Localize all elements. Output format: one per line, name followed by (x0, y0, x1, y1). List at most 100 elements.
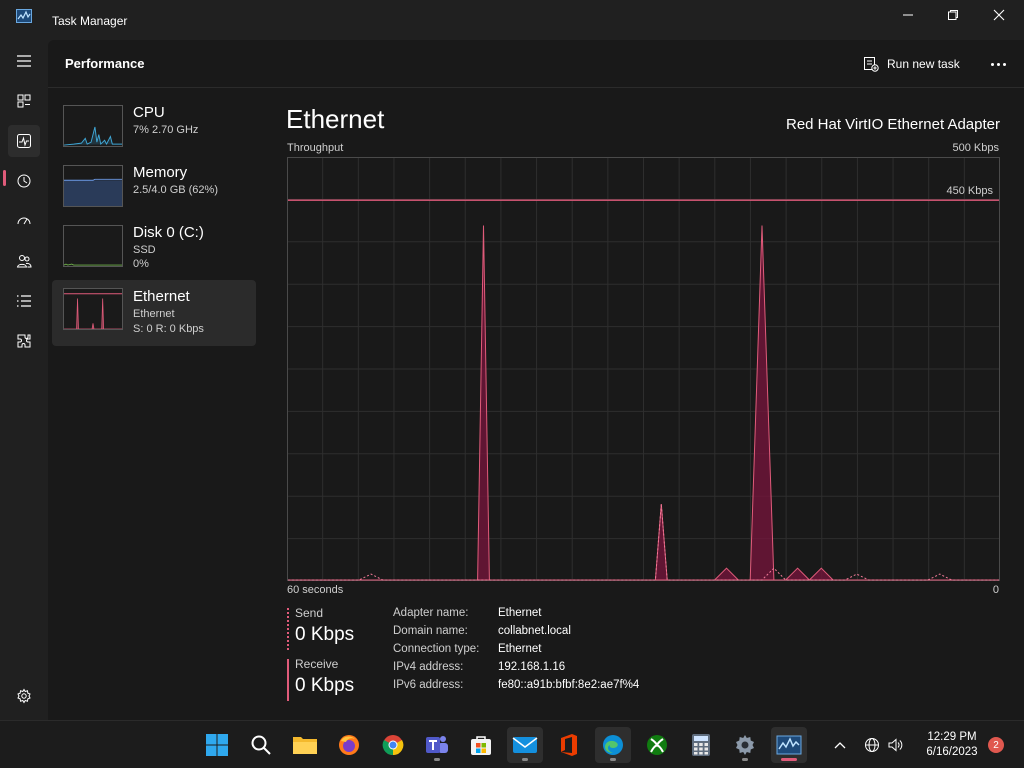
edge-icon (603, 735, 623, 755)
hamburger-menu-button[interactable] (8, 45, 40, 77)
nav-settings[interactable] (8, 680, 40, 712)
taskbar-office[interactable] (551, 727, 587, 763)
resource-item-cpu[interactable]: CPU 7% 2.70 GHz (52, 100, 256, 160)
resource-detail: SSD (133, 244, 156, 256)
hamburger-icon (17, 55, 31, 67)
network-button[interactable] (862, 735, 882, 755)
receive-value: 0 Kbps (295, 675, 355, 696)
property-key: Domain name: (393, 625, 468, 637)
receive-stat: Receive 0 Kbps (287, 657, 355, 701)
teams-icon (426, 736, 448, 753)
resource-name: CPU (133, 104, 165, 121)
taskbar-firefox[interactable] (331, 727, 367, 763)
taskbar-teams[interactable] (419, 727, 455, 763)
running-indicator (434, 758, 440, 761)
resource-name: Ethernet (133, 288, 190, 305)
taskbar-file-explorer[interactable] (287, 727, 323, 763)
send-value: 0 Kbps (295, 624, 355, 645)
property-key: Adapter name: (393, 607, 469, 619)
resource-item-disk[interactable]: Disk 0 (C:) SSD 0% (52, 220, 256, 280)
adapter-name: Red Hat VirtIO Ethernet Adapter (785, 116, 1000, 133)
users-icon (16, 255, 32, 268)
adapter-properties: Adapter name: Ethernet Domain name: collab… (393, 607, 639, 697)
send-label: Send (295, 606, 324, 620)
taskbar-chrome[interactable] (375, 727, 411, 763)
nav-services[interactable] (8, 325, 40, 357)
file-explorer-icon (293, 737, 317, 754)
memory-thumbnail (63, 165, 123, 207)
volume-button[interactable] (885, 735, 905, 755)
active-app-indicator (781, 758, 797, 761)
property-row: IPv6 address: fe80::a91b:bfbf:8e2:ae7f%4 (393, 679, 639, 697)
nav-users[interactable] (8, 245, 40, 277)
property-value: fe80::a91b:bfbf:8e2:ae7f%4 (498, 679, 640, 691)
performance-icon (17, 134, 31, 148)
throughput-graph: 450 Kbps (287, 157, 1000, 581)
taskbar-task-manager[interactable] (771, 727, 807, 763)
close-icon (993, 9, 1005, 21)
property-value: collabnet.local (498, 625, 571, 637)
resource-detail: 7% 2.70 GHz (133, 124, 199, 136)
nav-app-history[interactable] (8, 165, 40, 197)
show-hidden-icons-button[interactable] (830, 735, 850, 755)
ethernet-thumbnail (63, 288, 123, 330)
send-legend-bar (287, 608, 289, 650)
nav-details[interactable] (8, 285, 40, 317)
window-title: Task Manager (52, 14, 128, 28)
mail-icon (512, 737, 538, 753)
taskbar-search-button[interactable] (243, 727, 279, 763)
nav-startup-apps[interactable] (8, 205, 40, 237)
more-dot-icon (996, 62, 1000, 66)
close-button[interactable] (976, 0, 1022, 30)
receive-legend-bar (287, 659, 289, 701)
running-indicator (610, 758, 616, 761)
throughput-label: Throughput (287, 142, 344, 154)
taskbar-calculator[interactable] (683, 727, 719, 763)
property-row: Adapter name: Ethernet (393, 607, 639, 625)
detail-title: Ethernet (286, 104, 385, 134)
run-task-label: Run new task (887, 57, 960, 71)
xbox-icon (647, 735, 667, 755)
send-stat: Send 0 Kbps (287, 606, 355, 650)
more-options-button[interactable] (984, 52, 1012, 76)
clock-time: 12:29 PM (927, 731, 977, 743)
resource-detail: 2.5/4.0 GB (62%) (133, 184, 218, 196)
office-icon (561, 734, 577, 756)
property-row: Connection type: Ethernet (393, 643, 639, 661)
taskbar-edge[interactable] (595, 727, 631, 763)
start-icon (206, 734, 228, 756)
taskbar-mail[interactable] (507, 727, 543, 763)
clock-date: 6/16/2023 (926, 746, 978, 758)
navigation-rail (0, 40, 48, 720)
disk-thumbnail (63, 225, 123, 267)
property-key: IPv4 address: (393, 661, 464, 673)
property-value: Ethernet (498, 643, 542, 655)
resource-item-ethernet[interactable]: Ethernet Ethernet S: 0 R: 0 Kbps (52, 280, 256, 346)
chrome-icon (382, 735, 404, 756)
resource-name: Disk 0 (C:) (133, 224, 204, 241)
services-icon (17, 334, 31, 348)
clock[interactable]: 12:29 PM 6/16/2023 (918, 730, 986, 760)
start-button[interactable] (199, 727, 235, 763)
speedometer-icon (17, 217, 31, 225)
receive-label: Receive (295, 657, 339, 671)
property-row: IPv4 address: 192.168.1.16 (393, 661, 639, 679)
history-icon (17, 174, 31, 188)
running-indicator (522, 758, 528, 761)
property-value: 192.168.1.16 (498, 661, 566, 673)
resource-item-memory[interactable]: Memory 2.5/4.0 GB (62%) (52, 160, 256, 220)
resource-detail: 0% (133, 258, 149, 270)
taskbar-store[interactable] (463, 727, 499, 763)
taskbar-xbox[interactable] (639, 727, 675, 763)
resource-detail: S: 0 R: 0 Kbps (133, 323, 204, 335)
restore-button[interactable] (930, 0, 976, 30)
notification-badge[interactable]: 2 (988, 737, 1004, 753)
run-new-task-button[interactable]: Run new task (863, 54, 960, 74)
minimize-button[interactable] (885, 0, 931, 30)
nav-performance[interactable] (8, 125, 40, 157)
nav-processes[interactable] (8, 85, 40, 117)
resource-name: Memory (133, 164, 188, 181)
taskbar-settings[interactable] (727, 727, 763, 763)
reference-line-label: 450 Kbps (947, 185, 994, 197)
more-dot-icon (1002, 62, 1006, 66)
